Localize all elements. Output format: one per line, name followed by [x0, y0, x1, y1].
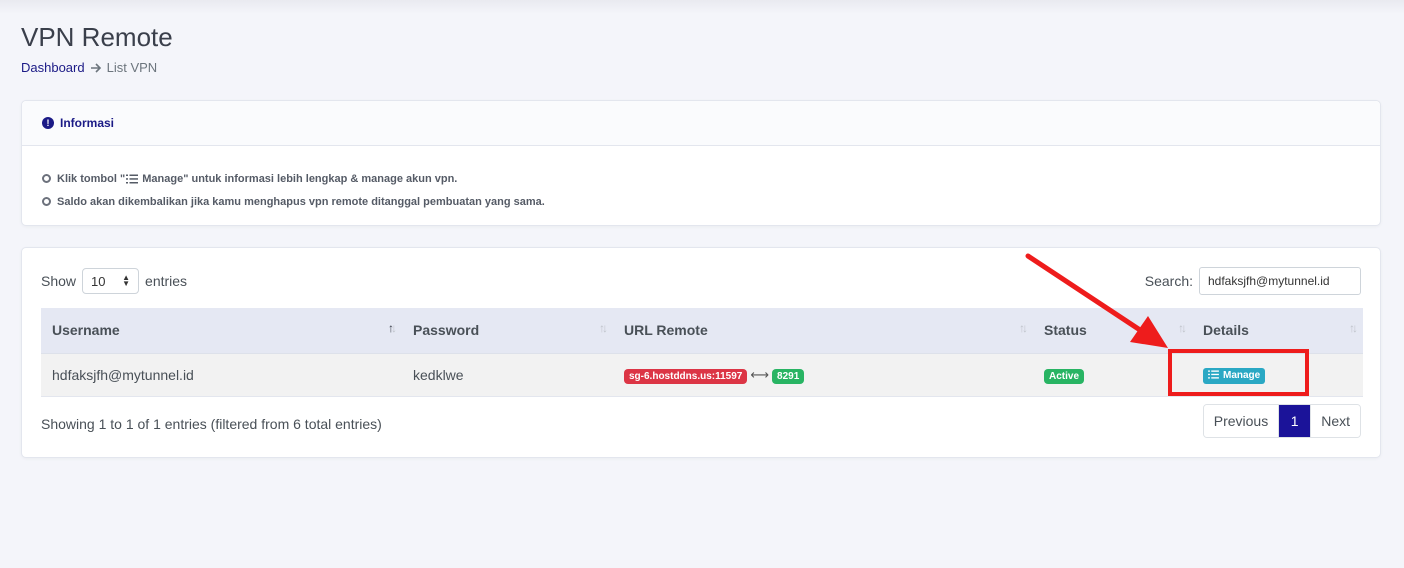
sort-icon: ↑↓: [599, 321, 608, 335]
select-arrows-icon: ▲ ▼: [122, 273, 131, 288]
info-line-1-prefix: Klik tombol ": [57, 172, 126, 185]
next-page-button[interactable]: Next: [1311, 405, 1360, 437]
sort-icon: ↑↓: [1178, 321, 1187, 335]
sort-icon: ↑↓: [1019, 321, 1028, 335]
show-entries: Show 10 ▲ ▼ entries: [41, 268, 187, 294]
url-host-badge: sg-6.hostddns.us:11597: [624, 368, 748, 384]
top-shadow: [0, 0, 1404, 14]
circle-bullet-icon: [42, 197, 51, 206]
info-title: Informasi: [60, 116, 115, 130]
info-line-1-button-name: Manage: [142, 172, 184, 185]
search-wrap: Search:: [1145, 267, 1361, 295]
annotation-highlight-box: [1168, 349, 1309, 396]
vpn-table: Username ↑↓ Password ↑↓ URL Remote ↑↓ Statu…: [41, 308, 1363, 397]
column-header-status[interactable]: Status ↑↓: [1033, 308, 1192, 354]
url-port-badge: 8291: [772, 368, 805, 384]
page-1-button[interactable]: 1: [1279, 405, 1312, 437]
info-line-1: Klik tombol " Manage" untuk informasi le…: [42, 167, 1360, 190]
column-header-url-remote[interactable]: URL Remote ↑↓: [613, 308, 1033, 354]
info-line-1-text: Klik tombol " Manage" untuk informasi le…: [57, 173, 457, 185]
info-body: Klik tombol " Manage" untuk informasi le…: [22, 146, 1380, 213]
breadcrumb-current: List VPN: [106, 60, 158, 75]
sort-icon: ↑↓: [388, 321, 397, 335]
status-badge: Active: [1044, 368, 1085, 384]
info-card: ! Informasi Klik tombol " Manage" untuk …: [21, 100, 1381, 226]
column-header-username[interactable]: Username ↑↓: [41, 308, 402, 354]
info-line-1-suffix: " untuk informasi lebih lengkap & manage…: [183, 172, 458, 185]
info-line-2-text: Saldo akan dikembalikan jika kamu mengha…: [57, 195, 545, 208]
cell-password: kedklwe: [402, 353, 613, 397]
page-title: VPN Remote: [21, 22, 173, 52]
left-right-arrow-icon: ⟷: [750, 366, 770, 382]
column-header-details[interactable]: Details ↑↓: [1192, 308, 1363, 354]
column-header-label: Username: [52, 322, 120, 339]
list-icon: [126, 174, 139, 184]
breadcrumb: Dashboard List VPN: [21, 60, 157, 75]
entries-select[interactable]: 10 ▲ ▼: [82, 268, 140, 294]
show-label: Show: [41, 273, 77, 289]
table-header-row: Username ↑↓ Password ↑↓ URL Remote ↑↓ Statu…: [41, 308, 1363, 354]
column-header-label: Password: [413, 322, 480, 339]
table-info: Showing 1 to 1 of 1 entries (filtered fr…: [41, 416, 382, 432]
arrow-right-icon: [90, 62, 102, 74]
sort-icon: ↑↓: [1349, 321, 1358, 335]
breadcrumb-dashboard-link[interactable]: Dashboard: [21, 60, 85, 75]
table-row: hdfaksjfh@mytunnel.id kedklwe sg-6.hostd…: [41, 353, 1363, 397]
entries-select-value: 10: [91, 273, 106, 289]
pagination: Previous 1 Next: [1202, 404, 1361, 438]
entries-label: entries: [145, 273, 188, 289]
search-label: Search:: [1144, 273, 1193, 289]
column-header-label: URL Remote: [624, 322, 708, 339]
cell-url-remote: sg-6.hostddns.us:11597 ⟷ 8291: [613, 353, 1033, 397]
previous-page-button[interactable]: Previous: [1203, 405, 1280, 437]
circle-bullet-icon: [42, 174, 51, 183]
info-header: ! Informasi: [22, 101, 1380, 146]
cell-username: hdfaksjfh@mytunnel.id: [41, 353, 402, 397]
column-header-label: Status: [1044, 322, 1087, 339]
search-input[interactable]: [1199, 267, 1361, 295]
info-line-2: Saldo akan dikembalikan jika kamu mengha…: [42, 190, 1360, 213]
column-header-label: Details: [1203, 322, 1249, 339]
exclamation-circle-icon: !: [42, 117, 54, 129]
column-header-password[interactable]: Password ↑↓: [402, 308, 613, 354]
